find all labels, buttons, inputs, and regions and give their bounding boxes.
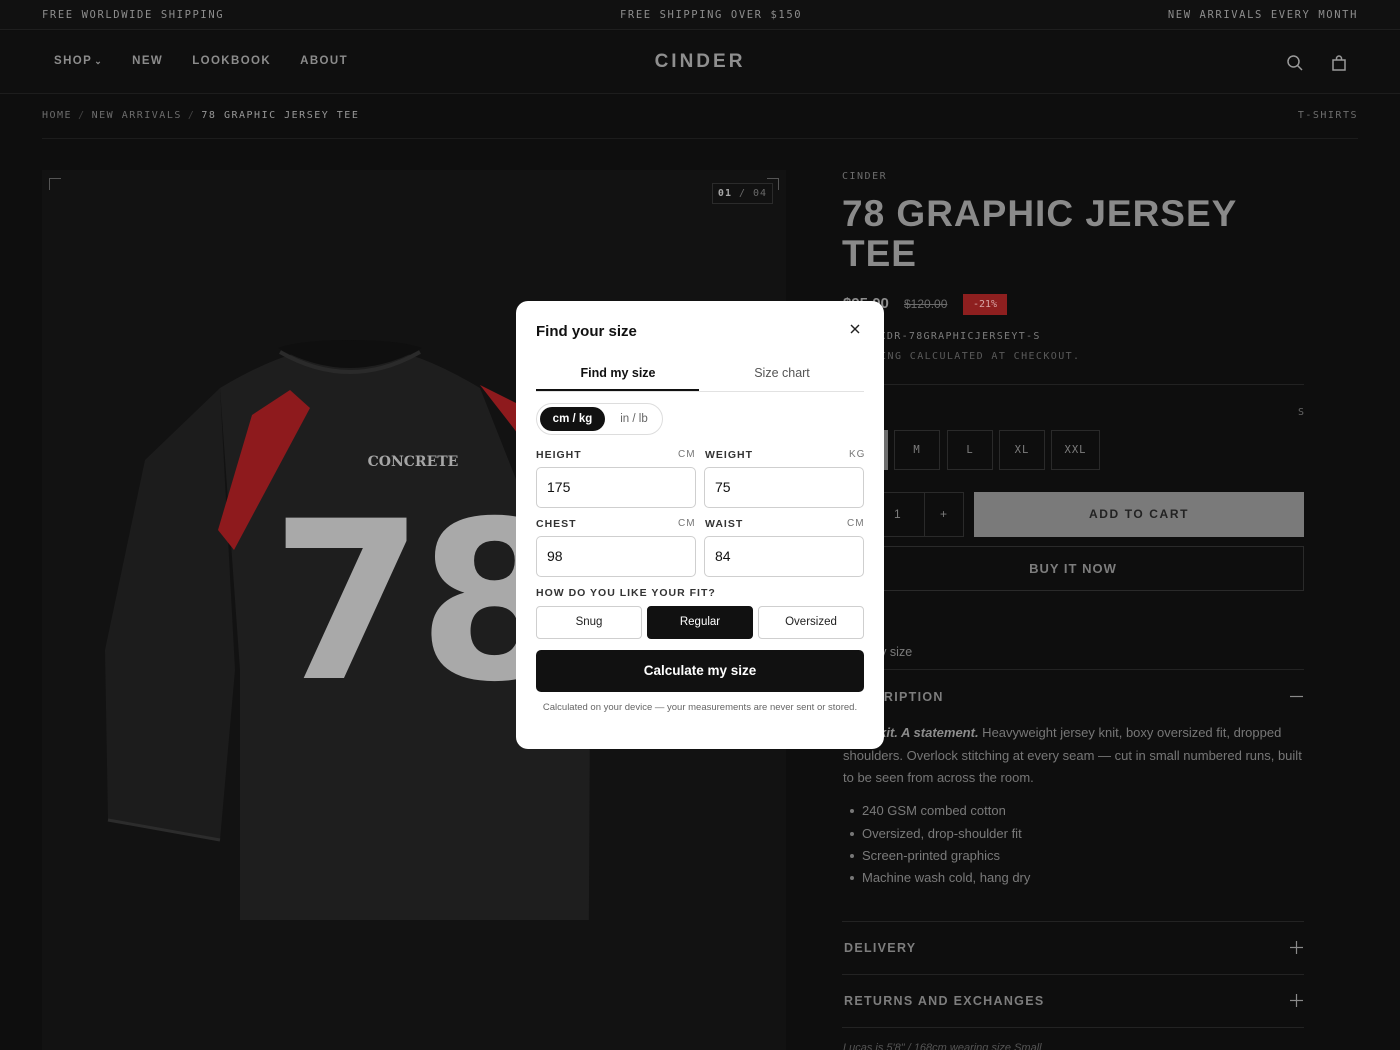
fit-option-snug[interactable]: Snug [536,606,642,639]
minus-icon[interactable] [1290,690,1303,703]
divider [842,974,1304,975]
feature-bullet: Screen-printed graphics [849,848,1001,863]
breadcrumb-home[interactable]: HOME [42,110,72,121]
weight-unit: KG [849,449,866,460]
shirt-print-text: CONCRETE [368,454,459,470]
search-icon[interactable] [1286,54,1304,72]
height-field[interactable]: 175 [536,467,696,508]
feature-bullet: Machine wash cold, hang dry [849,870,1031,885]
counter-total: 04 [753,188,768,199]
height-label: HEIGHT [536,449,582,461]
qty-value[interactable]: 1 [894,507,901,521]
divider [924,493,925,536]
site-header: SHOP ⌄ NEW LOOKBOOK ABOUT CINDER [0,31,1400,94]
tab-size-chart[interactable]: Size chart [700,366,864,380]
size-option-m[interactable]: M [894,430,940,470]
plus-icon[interactable] [1290,941,1303,954]
feature-bullet: Oversized, drop-shoulder fit [850,826,1022,841]
announcement-center: FREE SHIPPING OVER $150 [620,9,803,21]
calculate-size-button[interactable]: Calculate my size [536,650,864,692]
breadcrumb: HOME / NEW ARRIVALS / 78 GRAPHIC JERSEY TEE [42,110,359,121]
waist-label: WAIST [705,518,744,530]
divider [842,384,1304,385]
size-option-l[interactable]: L [947,430,993,470]
modal-tabs: Find my size Size chart [536,365,864,392]
unit-toggle: cm / kg in / lb [536,403,663,435]
breadcrumb-current: 78 GRAPHIC JERSEY TEE [201,110,360,121]
buy-it-now-button[interactable]: BUY IT NOW [842,546,1304,591]
breadcrumb-new-arrivals[interactable]: NEW ARRIVALS [92,110,182,121]
height-unit: CM [678,449,696,460]
close-icon[interactable] [847,321,863,337]
chest-field[interactable]: 98 [536,536,696,577]
announcement-left: FREE WORLDWIDE SHIPPING [42,9,225,21]
breadcrumb-separator: / [78,110,86,121]
active-tab-indicator [536,389,699,391]
tab-find-my-size[interactable]: Find my size [536,366,700,380]
counter-separator: / [731,188,754,199]
image-counter: 01 / 04 [712,183,773,204]
breadcrumb-separator: / [187,110,196,121]
corner-mark [49,178,61,190]
waist-field[interactable]: 84 [704,536,864,577]
fit-option-regular[interactable]: Regular [647,606,753,639]
chest-unit: CM [678,518,696,529]
divider [842,669,1304,670]
product-title: 78 GRAPHIC JERSEY TEE [842,193,1237,274]
modal-title: Find your size [536,323,637,340]
product-old-price: $120.00 [904,297,948,311]
waist-unit: CM [847,518,865,529]
accordion-returns[interactable]: RETURNS AND EXCHANGES [844,994,1044,1008]
add-to-cart-button[interactable]: ADD TO CART [974,492,1304,537]
announcement-bar: FREE WORLDWIDE SHIPPING FREE SHIPPING OV… [0,0,1400,30]
accordion-delivery[interactable]: DELIVERY [844,941,916,955]
divider [42,138,1358,139]
chest-label: CHEST [536,518,577,530]
privacy-note: Calculated on your device — your measure… [542,702,858,713]
product-brand[interactable]: CINDER [842,171,887,182]
shopping-bag-icon[interactable] [1330,54,1348,72]
unit-metric-option[interactable]: cm / kg [540,407,605,431]
fit-question: HOW DO YOU LIKE YOUR FIT? [536,587,716,599]
counter-current: 01 [717,188,732,199]
size-option-xl[interactable]: XL [999,430,1045,470]
divider [842,921,1304,922]
weight-field[interactable]: 75 [704,467,864,508]
product-description: Not a kit. A statement. Heavyweight jers… [843,722,1308,790]
size-finder-modal: Find your size Find my size Size chart c… [516,301,884,749]
category-label[interactable]: T-SHIRTS [1298,110,1358,121]
feature-bullet: 240 GSM combed cotton [850,803,1006,818]
selected-size-label: S [1297,407,1304,418]
announcement-right: NEW ARRIVALS EVERY MONTH [1167,9,1358,21]
size-option-xxl[interactable]: XXL [1051,430,1100,470]
qty-increase-button[interactable]: + [940,507,947,521]
site-logo[interactable]: CINDER [0,51,1400,73]
plus-icon[interactable] [1290,994,1303,1007]
discount-badge: -21% [963,294,1007,315]
fit-option-oversized[interactable]: Oversized [758,606,864,639]
model-note: Lucas is 5'8" / 168cm wearing size Small [843,1042,1042,1050]
unit-imperial-option[interactable]: in / lb [609,407,659,431]
weight-label: WEIGHT [705,449,753,461]
divider [842,1027,1304,1028]
